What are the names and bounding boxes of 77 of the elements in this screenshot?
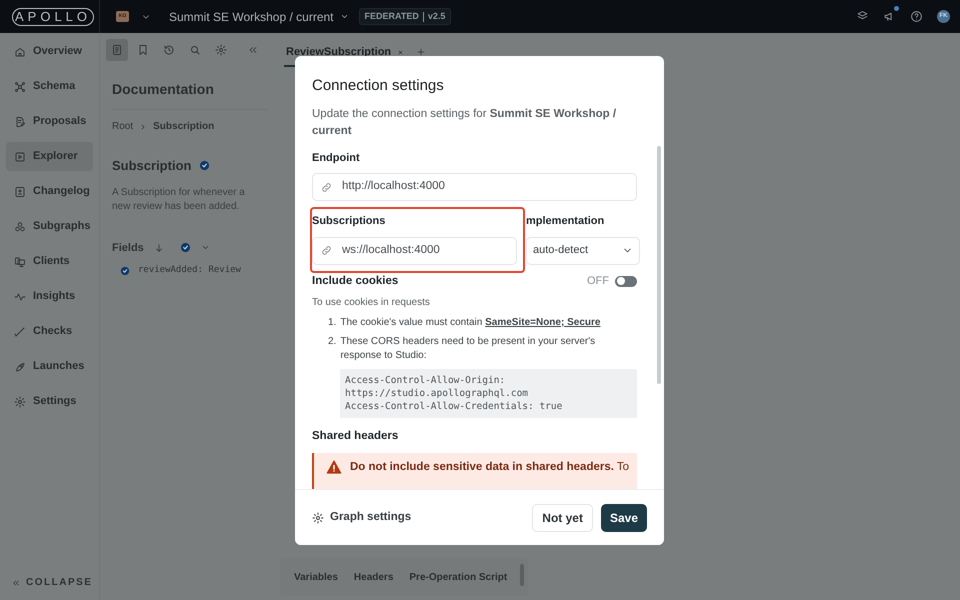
- step-text: The cookie's value must contain SameSite=None; Secure: [340, 316, 600, 328]
- graph-settings-button[interactable]: Graph settings: [312, 508, 412, 526]
- dialog-subtitle: Update the connection settings for Summit SE Workshop / current: [312, 106, 618, 138]
- plus-icon: [416, 47, 426, 57]
- save-button[interactable]: Save: [600, 504, 647, 532]
- field-label: Subscriptions: [312, 214, 386, 229]
- settings-icon: [215, 44, 227, 56]
- warning-icon: [326, 459, 342, 475]
- sidebar-item[interactable]: Proposals: [6, 107, 93, 136]
- chevron-down-icon: [340, 12, 348, 21]
- type-name: Subscription: [112, 157, 192, 175]
- link[interactable]: SameSite=None; Secure: [485, 316, 600, 328]
- breadcrumb-item[interactable]: Root: [112, 119, 134, 134]
- sidebar-item[interactable]: Checks: [6, 317, 93, 346]
- code-line: Access-Control-Allow-Origin:: [345, 374, 506, 387]
- sidebar-item[interactable]: Overview: [6, 37, 93, 66]
- code-line: Access-Control-Allow-Credentials: true: [345, 400, 564, 413]
- sidebar-item[interactable]: Changelog: [6, 177, 93, 206]
- graph-selector[interactable]: Summit SE Workshop / current: [169, 8, 348, 26]
- history-icon: [163, 44, 175, 56]
- dialog-title: Connection settings: [312, 76, 445, 96]
- fields-label: Fields: [112, 240, 144, 256]
- section-label: Shared headers: [312, 428, 400, 444]
- house-icon: [14, 46, 26, 58]
- nodes-icon: [14, 220, 26, 232]
- sidebar-item[interactable]: Settings: [6, 387, 93, 416]
- panel-title: Documentation: [112, 80, 215, 99]
- warning-text: Do not include sensitive data in shared headers. To: [350, 460, 630, 475]
- monitor-icon: [14, 256, 26, 268]
- cancel-button[interactable]: Not yet: [532, 504, 593, 532]
- text-field[interactable]: http://localhost:4000: [312, 173, 637, 201]
- sidebar-item[interactable]: Explorer: [6, 142, 93, 171]
- collapse-button[interactable]: COLLAPSE: [12, 575, 93, 590]
- plus-minus-icon: [14, 186, 26, 198]
- sidebar-item[interactable]: Clients: [6, 247, 93, 276]
- search-icon: [189, 44, 201, 56]
- double-chevron-left-icon: [12, 578, 20, 586]
- list-number: 1.: [328, 316, 336, 330]
- section-label: Include cookies: [312, 274, 398, 288]
- sidebar-item[interactable]: Insights: [6, 282, 93, 311]
- text-field[interactable]: ws://localhost:4000: [312, 236, 517, 264]
- bookmark-icon: [137, 44, 149, 56]
- verified-badge-icon: [180, 242, 191, 254]
- implementation-select[interactable]: auto-detect: [526, 236, 640, 264]
- step-text: These CORS headers need to be present in your server's response to Studio:: [340, 336, 596, 361]
- tab[interactable]: Headers: [354, 570, 394, 584]
- document-pencil-icon: [14, 116, 26, 128]
- tab[interactable]: Variables: [294, 570, 338, 584]
- link-icon: [321, 245, 332, 256]
- verified-badge-icon: [199, 160, 210, 172]
- list-number: 2.: [328, 334, 336, 349]
- sidebar-item[interactable]: Schema: [6, 72, 93, 101]
- variant-badge: FEDERATED v2.5: [358, 8, 452, 25]
- document-icon: [111, 44, 123, 56]
- play-square-icon: [14, 150, 26, 162]
- sidebar-item[interactable]: Subgraphs: [6, 212, 93, 241]
- close-icon: [397, 48, 404, 56]
- cookies-toggle[interactable]: [615, 276, 637, 287]
- sidebar-item[interactable]: Launches: [6, 352, 93, 381]
- link-icon: [321, 182, 332, 192]
- arrow-down-icon: [154, 242, 164, 253]
- network-icon: [14, 80, 26, 92]
- help-text: To use cookies in requests: [312, 296, 431, 310]
- apollo-logo[interactable]: APOLLO: [12, 8, 94, 26]
- field-label: Endpoint: [312, 150, 361, 166]
- double-chevron-left-icon: [248, 45, 258, 55]
- toggle-state: OFF: [587, 274, 609, 289]
- toolbar-button[interactable]: [106, 39, 128, 61]
- type-description: A Subscription for whenever a new review has been added.: [112, 186, 246, 214]
- help-icon: [910, 10, 923, 23]
- breadcrumb-item[interactable]: Subscription: [153, 119, 214, 134]
- field-signature[interactable]: reviewAdded: Review: [138, 264, 241, 278]
- field-label: mplementation: [526, 214, 606, 229]
- code-line: https://studio.apollographql.com: [345, 386, 530, 400]
- check-icon: [14, 326, 26, 338]
- tab[interactable]: Pre-Operation Script: [409, 570, 508, 584]
- pulse-icon: [14, 290, 26, 302]
